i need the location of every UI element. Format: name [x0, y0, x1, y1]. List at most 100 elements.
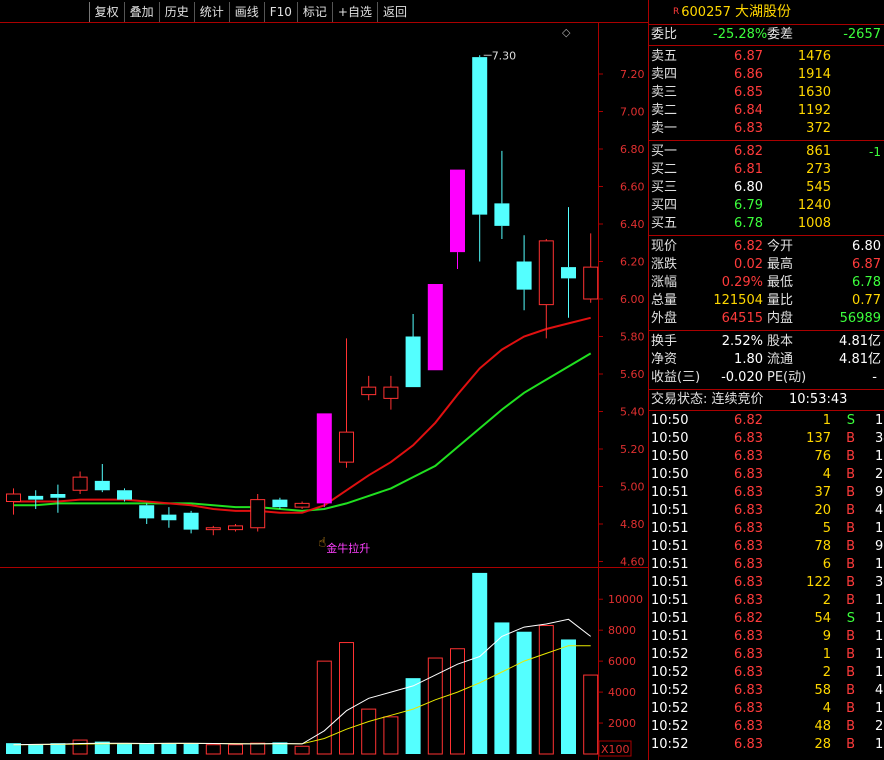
tick-row: 10:51 6.83 78 B 9 [649, 538, 884, 556]
tick-side: B [846, 665, 855, 680]
f10-button[interactable]: F10 [263, 2, 297, 22]
candle-body [94, 480, 110, 491]
buy-label: 买四 [651, 198, 678, 213]
volume-bar [583, 674, 599, 755]
price-tick-label: 5.20 [620, 443, 645, 456]
tick-price: 6.83 [734, 737, 763, 752]
tick-row: 10:51 6.83 2 B 1 [649, 592, 884, 610]
price-tick-label: 5.80 [620, 331, 645, 344]
sell-row: 卖四 6.86 1914 [649, 66, 884, 84]
tick-side: B [846, 557, 855, 572]
sell-price: 6.85 [734, 85, 763, 100]
back-button[interactable]: 返回 [376, 2, 412, 22]
tick-side: B [846, 521, 855, 536]
tick-volume: 28 [814, 737, 831, 752]
tick-price: 6.83 [734, 503, 763, 518]
tick-time: 10:52 [651, 737, 689, 752]
overlay-button[interactable]: 叠加 [123, 2, 159, 22]
tick-time: 10:50 [651, 413, 689, 428]
candle-body [139, 505, 155, 519]
add-watchlist-button[interactable]: +自选 [331, 2, 377, 22]
tick-time: 10:51 [651, 629, 689, 644]
tick-volume: 6 [822, 557, 831, 572]
trade-status-label: 交易状态: 连续竞价 [651, 392, 764, 407]
buy-row: 买四 6.79 1240 [649, 197, 884, 215]
tick-list[interactable]: 10:506.821S110:506.83137B3410:506.8376B1… [649, 410, 884, 754]
max-price-label: 7.30 [492, 49, 517, 62]
quote-label: 最高 [767, 257, 794, 272]
tick-count: 1 [875, 665, 884, 680]
tick-volume: 4 [822, 701, 831, 716]
tick-count: 1 [875, 413, 884, 428]
tick-price: 6.83 [734, 485, 763, 500]
tick-time: 10:51 [651, 557, 689, 572]
tick-volume: 2 [822, 665, 831, 680]
sell-volume: 372 [806, 121, 831, 136]
tick-side: B [846, 485, 855, 500]
quote-value: 56989 [839, 311, 881, 326]
r-mark: R [673, 7, 680, 17]
tick-time: 10:51 [651, 575, 689, 590]
fund-row: 收益(三) -0.020 PE(动) - [649, 369, 884, 387]
tick-volume: 78 [814, 539, 831, 554]
buy-volume: 861 [806, 144, 831, 159]
fund-row: 换手 2.52% 股本 4.81亿 [649, 333, 884, 351]
tick-side: B [846, 737, 855, 752]
tick-side: B [846, 575, 855, 590]
quote-label: 涨跌 [651, 257, 678, 272]
tick-price: 6.83 [734, 557, 763, 572]
draw-line-button[interactable]: 画线 [228, 2, 264, 22]
tick-time: 10:52 [651, 719, 689, 734]
fund-label: 换手 [651, 334, 678, 349]
history-button[interactable]: 历史 [158, 2, 194, 22]
buy-label: 买一 [651, 144, 678, 159]
statistics-button[interactable]: 统计 [193, 2, 229, 22]
sell-price: 6.84 [734, 103, 763, 118]
restore-rights-button[interactable]: 复权 [88, 2, 124, 22]
stock-code: 600257 [681, 5, 731, 20]
volume-tick-label: 4000 [608, 686, 636, 699]
kline-chart[interactable]: ◇ 7.20 7.00 6.80 6.60 6.40 6.20 6.00 5.80 5.60 5.4… [0, 0, 648, 760]
tick-side: B [846, 683, 855, 698]
tick-count: 1 [875, 593, 884, 608]
price-tick-label: 6.00 [620, 293, 645, 306]
order-diff-value: -2657 [843, 27, 881, 42]
price-tick-label: 6.60 [620, 181, 645, 194]
tick-row: 10:52 6.83 58 B 4 [649, 682, 884, 700]
tick-volume: 48 [814, 719, 831, 734]
tick-row: 10:50 6.83 4 B 2 [649, 466, 884, 484]
tick-count: 9 [875, 485, 884, 500]
tick-count: 1 [875, 701, 884, 716]
volume-bar [205, 744, 221, 755]
kline-chart-area[interactable]: ◇ 7.20 7.00 6.80 6.60 6.40 6.20 6.00 5.80 5.60 5.4… [0, 0, 648, 760]
tick-time: 10:51 [651, 539, 689, 554]
fund-label: 净资 [651, 352, 678, 367]
tick-time: 10:51 [651, 611, 689, 626]
tick-time: 10:52 [651, 683, 689, 698]
buy-row: 买三 6.80 545 [649, 179, 884, 197]
sell-row: 卖五 6.87 1476 [649, 48, 884, 66]
quote-label: 今开 [767, 239, 794, 254]
candle-body [72, 476, 88, 491]
order-ratio-label: 委比 [651, 27, 678, 42]
tick-row: 10:51 6.82 54 S 10 [649, 610, 884, 628]
quote-value: 0.29% [721, 275, 763, 290]
candle-body [228, 525, 243, 531]
tick-price: 6.82 [734, 611, 763, 626]
tick-side: B [846, 431, 855, 446]
tick-time: 10:52 [651, 701, 689, 716]
sell-row: 卖二 6.84 1192 [649, 102, 884, 120]
tick-row: 10:50 6.82 1 S 1 [649, 412, 884, 430]
mark-button[interactable]: 标记 [296, 2, 332, 22]
buy-change: -1 [869, 145, 881, 159]
candle-body [205, 527, 221, 531]
price-tick-label: 7.20 [620, 68, 645, 81]
quote-row: 总量 121504 量比 0.77 [649, 292, 884, 310]
tick-volume: 1 [822, 413, 831, 428]
stock-name: 大湖股份 [735, 4, 792, 20]
quote-value: 0.02 [734, 257, 763, 272]
candle-body [427, 284, 443, 371]
tick-side: B [846, 503, 855, 518]
buy-volume: 1240 [797, 198, 831, 213]
quote-summary: 现价 6.82 今开 6.80 涨跌 0.02 最高 6.87 涨幅 0.29% 最低 6.78 … [649, 235, 884, 328]
